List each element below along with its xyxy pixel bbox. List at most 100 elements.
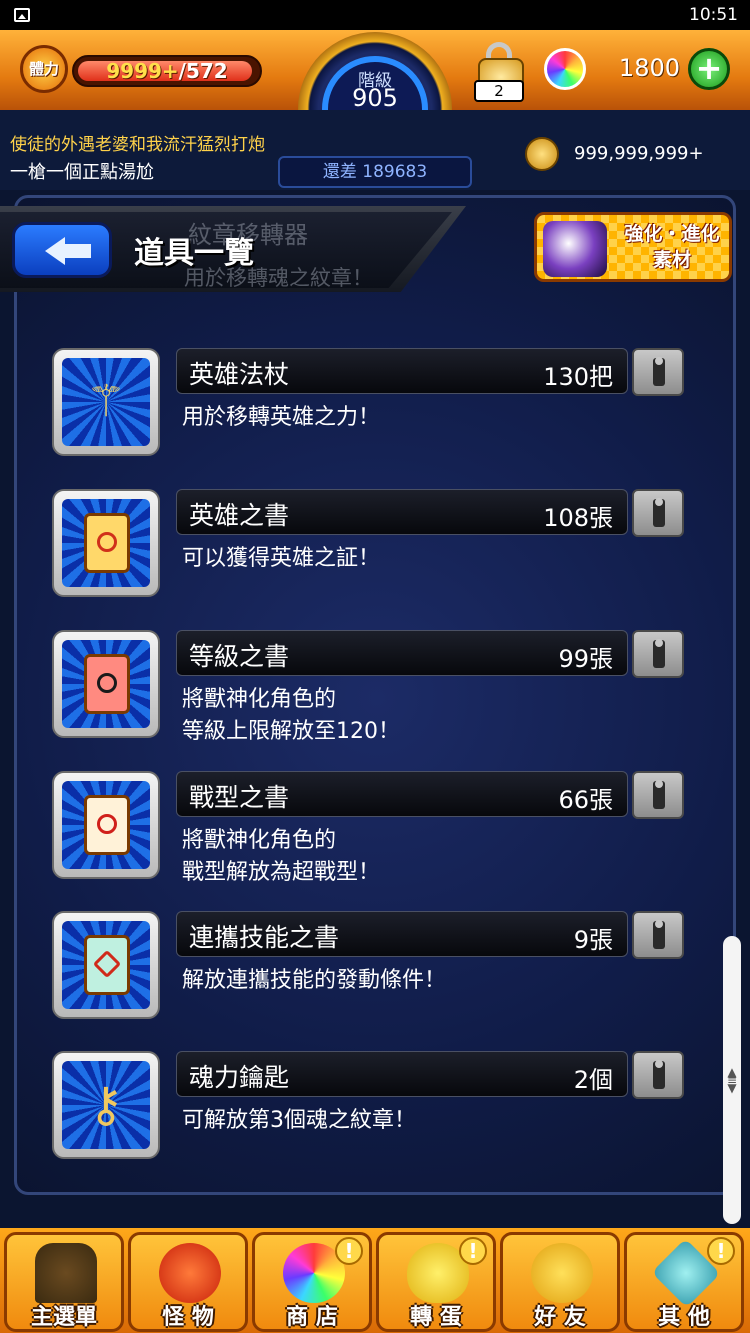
nav-other[interactable]: ! 其 他 (624, 1232, 744, 1332)
gold-coin-icon (525, 137, 559, 171)
nav-friends[interactable]: 好 友 (500, 1232, 620, 1332)
list-item[interactable]: 等級之書 99張 將獸神化角色的 等級上限解放至120！ (0, 630, 750, 750)
ticker-line-1: 使徒的外遇老婆和我流汗猛烈打炮 (10, 135, 265, 155)
info-icon (653, 920, 665, 949)
friends-balloon-icon (531, 1243, 593, 1303)
nav-monster[interactable]: 怪 物 (128, 1232, 248, 1332)
info-icon (653, 357, 665, 386)
item-icon-bg: ⚚ (62, 358, 150, 446)
item-name: 英雄之書 (189, 501, 290, 530)
list-item[interactable]: ⚚ 英雄法杖 130把 用於移轉英雄之力！ (0, 348, 750, 468)
item-info-button[interactable] (632, 348, 684, 396)
monster-icon (159, 1243, 221, 1303)
remaining-exp: 還差 189683 (278, 156, 472, 188)
item-icon-frame[interactable]: ⚚ (52, 348, 160, 456)
list-item[interactable]: ⚷ 魂力鑰匙 2個 可解放第3個魂之紋章！ (0, 1051, 750, 1171)
alert-icon: ! (459, 1237, 487, 1265)
item-count: 130把 (543, 363, 613, 391)
promo-line-2: 素材 (652, 249, 691, 271)
item-description: 用於移轉英雄之力！ (182, 405, 381, 430)
item-info-button[interactable] (632, 1051, 684, 1099)
soul-key-icon: ⚷ (88, 1077, 124, 1133)
combo-skill-scroll-icon (84, 935, 130, 995)
alert-icon: ! (335, 1237, 363, 1265)
item-title-bar: 戰型之書 66張 (176, 771, 628, 817)
item-title-bar: 英雄之書 108張 (176, 489, 628, 535)
stamina-bar[interactable]: 9999+/572 (72, 55, 262, 87)
stamina-current: 9999+ (106, 59, 179, 83)
stamina-max: /572 (178, 59, 228, 83)
info-icon (653, 1060, 665, 1089)
item-title-bar: 英雄法杖 130把 (176, 348, 628, 394)
home-gate-icon (35, 1243, 97, 1303)
item-name: 英雄法杖 (189, 360, 290, 389)
stamina-icon: 體力 (20, 45, 68, 93)
item-info-button[interactable] (632, 771, 684, 819)
hero-scroll-icon (84, 513, 130, 573)
item-info-button[interactable] (632, 630, 684, 678)
battle-type-scroll-icon (84, 795, 130, 855)
item-icon-bg (62, 781, 150, 869)
nav-main-menu[interactable]: 主選單 (4, 1232, 124, 1332)
item-title-bar: 魂力鑰匙 2個 (176, 1051, 628, 1097)
nav-label: 商 店 (286, 1305, 338, 1330)
item-name: 魂力鑰匙 (189, 1063, 290, 1092)
item-name: 等級之書 (189, 642, 290, 671)
back-button[interactable] (12, 222, 112, 278)
staff-icon: ⚚ (86, 376, 126, 427)
item-icon-frame[interactable] (52, 630, 160, 738)
item-count: 9張 (573, 926, 613, 954)
alert-icon: ! (707, 1237, 735, 1265)
item-icon-bg (62, 499, 150, 587)
item-info-button[interactable] (632, 911, 684, 959)
item-description: 可解放第3個魂之紋章！ (182, 1108, 416, 1133)
info-icon (653, 780, 665, 809)
nav-label: 其 他 (658, 1305, 710, 1330)
item-name: 連攜技能之書 (189, 923, 340, 952)
nav-label: 好 友 (534, 1305, 586, 1330)
status-time: 10:51 (689, 5, 738, 25)
list-item[interactable]: 英雄之書 108張 可以獲得英雄之証！ (0, 489, 750, 609)
info-icon (653, 639, 665, 668)
item-icon-frame[interactable] (52, 489, 160, 597)
item-count: 99張 (558, 645, 613, 673)
item-description: 解放連攜技能的發動條件！ (182, 968, 447, 993)
image-notification-icon (14, 8, 30, 22)
upgrade-materials-label: 強化・進化 素材 (613, 221, 729, 273)
orb-count: 1800 (618, 54, 680, 82)
item-icon-frame[interactable]: ⚷ (52, 1051, 160, 1159)
nav-gacha[interactable]: ! 轉 蛋 (376, 1232, 496, 1332)
materials-orbs-icon (543, 221, 607, 277)
item-title-bar: 連攜技能之書 9張 (176, 911, 628, 957)
ticker-line-2: 一槍一個正點湯尬 (10, 162, 154, 183)
nav-shop[interactable]: ! 商 店 (252, 1232, 372, 1332)
item-name: 戰型之書 (189, 783, 290, 812)
rank-value: 905 (352, 84, 398, 112)
item-description: 可以獲得英雄之証！ (182, 546, 381, 571)
item-icon-bg (62, 640, 150, 728)
upgrade-materials-button[interactable]: 強化・進化 素材 (534, 212, 732, 282)
item-icon-frame[interactable] (52, 771, 160, 879)
back-arrow-icon (45, 237, 65, 265)
add-orb-button[interactable]: + (688, 48, 730, 90)
item-title-bar: 等級之書 99張 (176, 630, 628, 676)
rainbow-orb-icon (544, 48, 586, 90)
stamina-text: 9999+/572 (74, 59, 260, 83)
level-scroll-icon (84, 654, 130, 714)
info-icon (653, 498, 665, 527)
item-icon-frame[interactable] (52, 911, 160, 1019)
gold-count: 999,999,999+ (574, 143, 704, 164)
list-item[interactable]: 連攜技能之書 9張 解放連攜技能的發動條件！ (0, 911, 750, 1031)
item-count: 66張 (558, 786, 613, 814)
nav-label: 主選單 (30, 1305, 97, 1330)
item-icon-bg: ⚷ (62, 1061, 150, 1149)
item-info-button[interactable] (632, 489, 684, 537)
nav-label: 怪 物 (162, 1305, 214, 1330)
item-description: 將獸神化角色的 戰型解放為超戰型！ (182, 828, 381, 885)
nav-label: 轉 蛋 (410, 1305, 462, 1330)
lock-count: 2 (474, 80, 524, 102)
promo-line-1: 強化・進化 (624, 223, 720, 245)
back-arrow-shaft (63, 244, 91, 258)
item-count: 2個 (573, 1066, 613, 1094)
list-item[interactable]: 戰型之書 66張 將獸神化角色的 戰型解放為超戰型！ (0, 771, 750, 891)
